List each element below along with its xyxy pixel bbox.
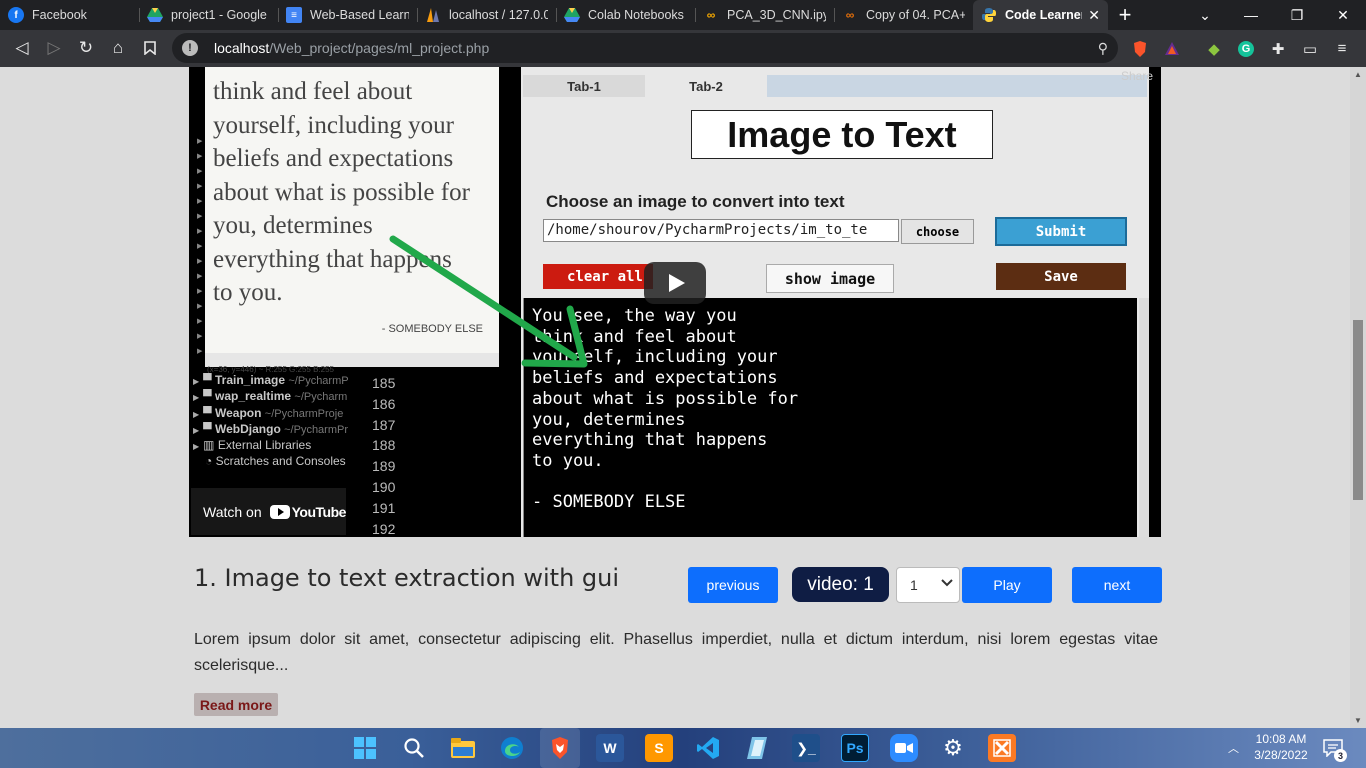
tab-label: project1 - Google D — [171, 8, 270, 22]
project-title: 1. Image to text extraction with gui — [194, 564, 620, 592]
scroll-down-arrow[interactable]: ▼ — [1350, 716, 1366, 725]
new-tab-button[interactable]: + — [1108, 0, 1142, 30]
video-select-value: 1 — [910, 577, 918, 593]
youtube-logo: YouTube — [269, 504, 346, 520]
clock[interactable]: 10:08 AM 3/28/2022 — [1250, 731, 1312, 763]
reload-button[interactable]: ↻ — [70, 32, 102, 64]
grammarly-icon[interactable]: G — [1230, 40, 1262, 57]
settings-gear-icon[interactable]: ⚙ — [939, 734, 967, 762]
tab-search-icon[interactable]: ⌄ — [1182, 0, 1228, 30]
address-bar[interactable]: ! localhost/Web_project/pages/ml_project… — [172, 33, 1118, 63]
tab-project1[interactable]: project1 - Google D — [139, 0, 278, 30]
home-button[interactable]: ⌂ — [102, 32, 134, 64]
scroll-up-arrow[interactable]: ▲ — [1350, 70, 1366, 79]
windows-start-icon[interactable] — [351, 734, 379, 762]
tab-label: Copy of 04. PCA+N — [866, 8, 965, 22]
facebook-icon: f — [8, 7, 24, 23]
file-explorer-icon[interactable] — [449, 734, 477, 762]
zoom-icon[interactable]: ⚲ — [1098, 40, 1108, 57]
play-video-button[interactable] — [644, 262, 706, 304]
brave-browser-icon[interactable] — [546, 734, 574, 762]
tab-label: PCA_3D_CNN.ipyn — [727, 8, 826, 22]
close-tab-icon[interactable]: ✕ — [1088, 7, 1100, 24]
scrollbar-thumb[interactable] — [1353, 320, 1363, 500]
vscode-icon[interactable] — [694, 734, 722, 762]
browser-toolbar: ◁ ▷ ↻ ⌂ ! localhost/Web_project/pages/ml… — [0, 30, 1366, 67]
photoshop-icon[interactable]: Ps — [841, 734, 869, 762]
youtube-play-icon — [269, 504, 290, 519]
wallet-icon[interactable]: ▭ — [1294, 40, 1326, 58]
url-text: localhost/Web_project/pages/ml_project.p… — [214, 40, 490, 56]
tab-label: Web-Based Learnin — [310, 8, 409, 22]
tab-pca-3d-cnn[interactable]: ∞ PCA_3D_CNN.ipyn — [695, 0, 834, 30]
tab-copy-of-pca[interactable]: ∞ Copy of 04. PCA+N — [834, 0, 973, 30]
clock-time: 10:08 AM — [1255, 732, 1307, 746]
python-icon — [981, 7, 997, 23]
page-content: think and feel about yourself, including… — [0, 67, 1350, 728]
windows-taskbar: W S ❯_ Ps ⚙ ︿ 10:08 AM 3/28/2022 3 — [0, 728, 1366, 768]
brave-rewards-icon[interactable] — [1156, 41, 1188, 56]
project-description: Lorem ipsum dolor sit amet, consectetur … — [194, 631, 1158, 674]
tab-web-based-learning[interactable]: ≡ Web-Based Learnin — [278, 0, 417, 30]
watch-on-youtube-link[interactable]: Watch on YouTube — [191, 488, 346, 535]
notes-app-icon[interactable] — [743, 734, 771, 762]
tab-label: Colab Notebooks - — [588, 8, 687, 22]
colab-icon: ∞ — [845, 8, 855, 22]
clock-date: 3/28/2022 — [1254, 748, 1308, 762]
brave-shield-icon[interactable] — [1124, 40, 1156, 58]
google-docs-icon: ≡ — [286, 7, 302, 23]
zoom-app-icon[interactable] — [890, 734, 918, 762]
back-button[interactable]: ◁ — [6, 32, 38, 64]
bookmark-icon[interactable] — [134, 32, 166, 64]
phpmyadmin-icon — [425, 7, 441, 23]
colab-icon: ∞ — [706, 8, 716, 22]
read-more-button[interactable]: Read more — [194, 693, 278, 716]
next-button[interactable]: next — [1072, 567, 1162, 603]
show-hidden-icons[interactable]: ︿ — [1228, 728, 1239, 768]
notification-count-badge: 3 — [1334, 749, 1347, 762]
video-select[interactable]: 1 — [896, 567, 960, 603]
edge-icon[interactable] — [498, 734, 526, 762]
previous-button[interactable]: previous — [688, 567, 778, 603]
tab-label: Facebook — [32, 8, 87, 22]
tab-colab-notebooks[interactable]: Colab Notebooks - — [556, 0, 695, 30]
tab-code-learners[interactable]: Code Learners ✕ — [973, 0, 1108, 30]
close-window-button[interactable]: ✕ — [1320, 0, 1366, 30]
page-scrollbar[interactable]: ▲ ▼ — [1350, 67, 1366, 728]
extension-icon[interactable]: ◆ — [1198, 40, 1230, 58]
play-button[interactable]: Play — [962, 567, 1052, 603]
extensions-puzzle-icon[interactable]: ✚ — [1262, 40, 1294, 58]
site-info-icon[interactable]: ! — [182, 40, 198, 56]
tab-label: localhost / 127.0.0. — [449, 8, 548, 22]
watch-on-label: Watch on — [203, 503, 262, 520]
restore-button[interactable]: ❐ — [1274, 0, 1320, 30]
youtube-embed[interactable]: think and feel about yourself, including… — [189, 67, 1161, 537]
forward-button[interactable]: ▷ — [38, 32, 70, 64]
tab-facebook[interactable]: f Facebook — [0, 0, 139, 30]
browser-tab-strip: f Facebook project1 - Google D ≡ Web-Bas… — [0, 0, 1366, 30]
notification-center[interactable]: 3 — [1323, 728, 1347, 768]
powershell-icon[interactable]: ❯_ — [792, 734, 820, 762]
minimize-button[interactable]: — — [1228, 0, 1274, 30]
search-icon[interactable] — [400, 734, 428, 762]
share-button[interactable]: Share — [1121, 69, 1153, 83]
sublime-text-icon[interactable]: S — [645, 734, 673, 762]
google-drive-icon — [147, 7, 163, 23]
tab-label: Code Learners — [1005, 8, 1082, 22]
chevron-down-icon — [941, 578, 953, 590]
word-icon[interactable]: W — [596, 734, 624, 762]
video-number-label: video: 1 — [792, 567, 889, 602]
tab-phpmyadmin[interactable]: localhost / 127.0.0. — [417, 0, 556, 30]
google-drive-icon — [564, 7, 580, 23]
xampp-icon[interactable] — [988, 734, 1016, 762]
menu-icon[interactable]: ≡ — [1326, 40, 1358, 57]
